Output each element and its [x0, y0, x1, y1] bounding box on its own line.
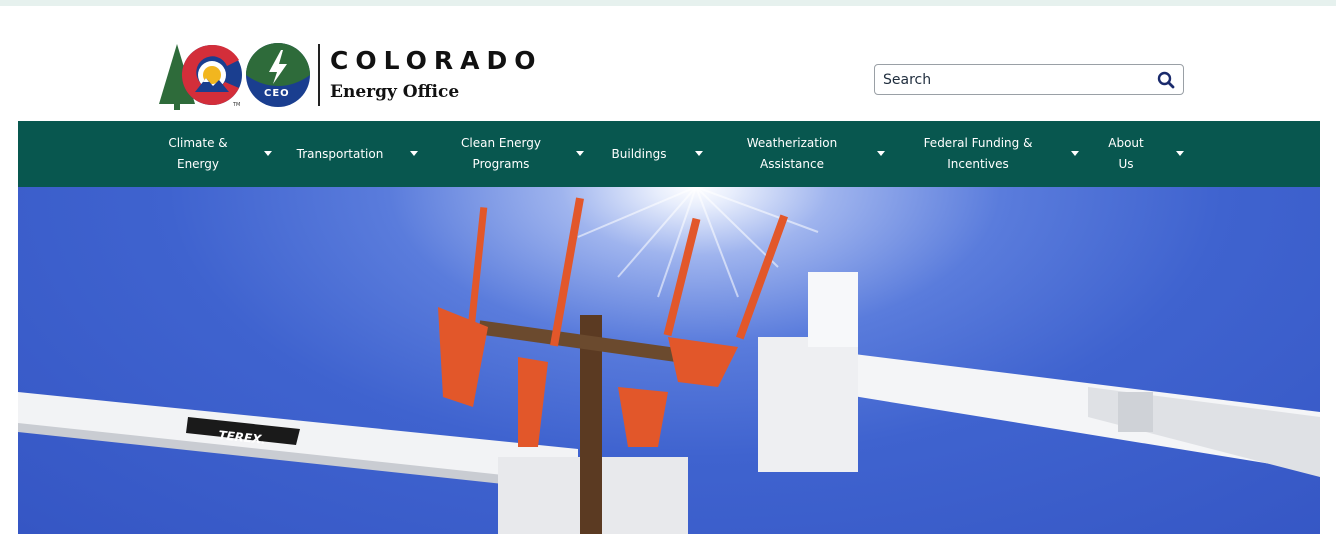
ceo-badge-text: CEO	[264, 88, 290, 99]
caret-down-icon	[576, 151, 584, 156]
search-input[interactable]	[875, 65, 1145, 94]
colorado-flag-icon: TM	[181, 44, 242, 108]
logo-title: COLORADO	[330, 46, 543, 75]
search-icon[interactable]	[1157, 71, 1175, 89]
caret-down-icon	[695, 151, 703, 156]
caret-down-icon	[1071, 151, 1079, 156]
logo-divider	[318, 44, 320, 106]
main-nav: Climate & Energy Transportation Clean En…	[18, 121, 1320, 187]
nav-item-label: Buildings	[611, 146, 667, 161]
hero-image: TEREX.	[18, 187, 1320, 534]
nav-item-transportation[interactable]: Transportation	[294, 121, 424, 187]
hero-scene: TEREX.	[18, 187, 1320, 534]
nav-item-weatherization-assistance[interactable]: Weatherization Assistance	[736, 121, 886, 187]
nav-item-label: Federal Funding & Incentives	[923, 136, 1033, 171]
nav-item-about-us[interactable]: About Us	[1098, 121, 1188, 187]
caret-down-icon	[410, 151, 418, 156]
search-box[interactable]	[874, 64, 1184, 95]
caret-down-icon	[264, 151, 272, 156]
nav-item-climate-energy[interactable]: Climate & Energy	[158, 121, 278, 187]
logo-subtitle: Energy Office	[330, 82, 460, 102]
site-header: TM COLORADO Energy Office CEO	[0, 6, 1336, 121]
caret-down-icon	[1176, 151, 1184, 156]
nav-item-buildings[interactable]: Buildings	[607, 121, 707, 187]
nav-item-label: Climate & Energy	[168, 136, 228, 171]
nav-item-label: Clean Energy Programs	[461, 136, 541, 171]
site-logo[interactable]: TM COLORADO Energy Office	[155, 42, 536, 112]
nav-item-label: Weatherization Assistance	[746, 136, 838, 171]
nav-item-clean-energy-programs[interactable]: Clean Energy Programs	[455, 121, 585, 187]
caret-down-icon	[877, 151, 885, 156]
nav-item-label: About Us	[1108, 136, 1144, 171]
nav-item-federal-funding-incentives[interactable]: Federal Funding & Incentives	[913, 121, 1083, 187]
svg-text:TM: TM	[232, 102, 240, 108]
nav-item-label: Transportation	[296, 146, 384, 161]
